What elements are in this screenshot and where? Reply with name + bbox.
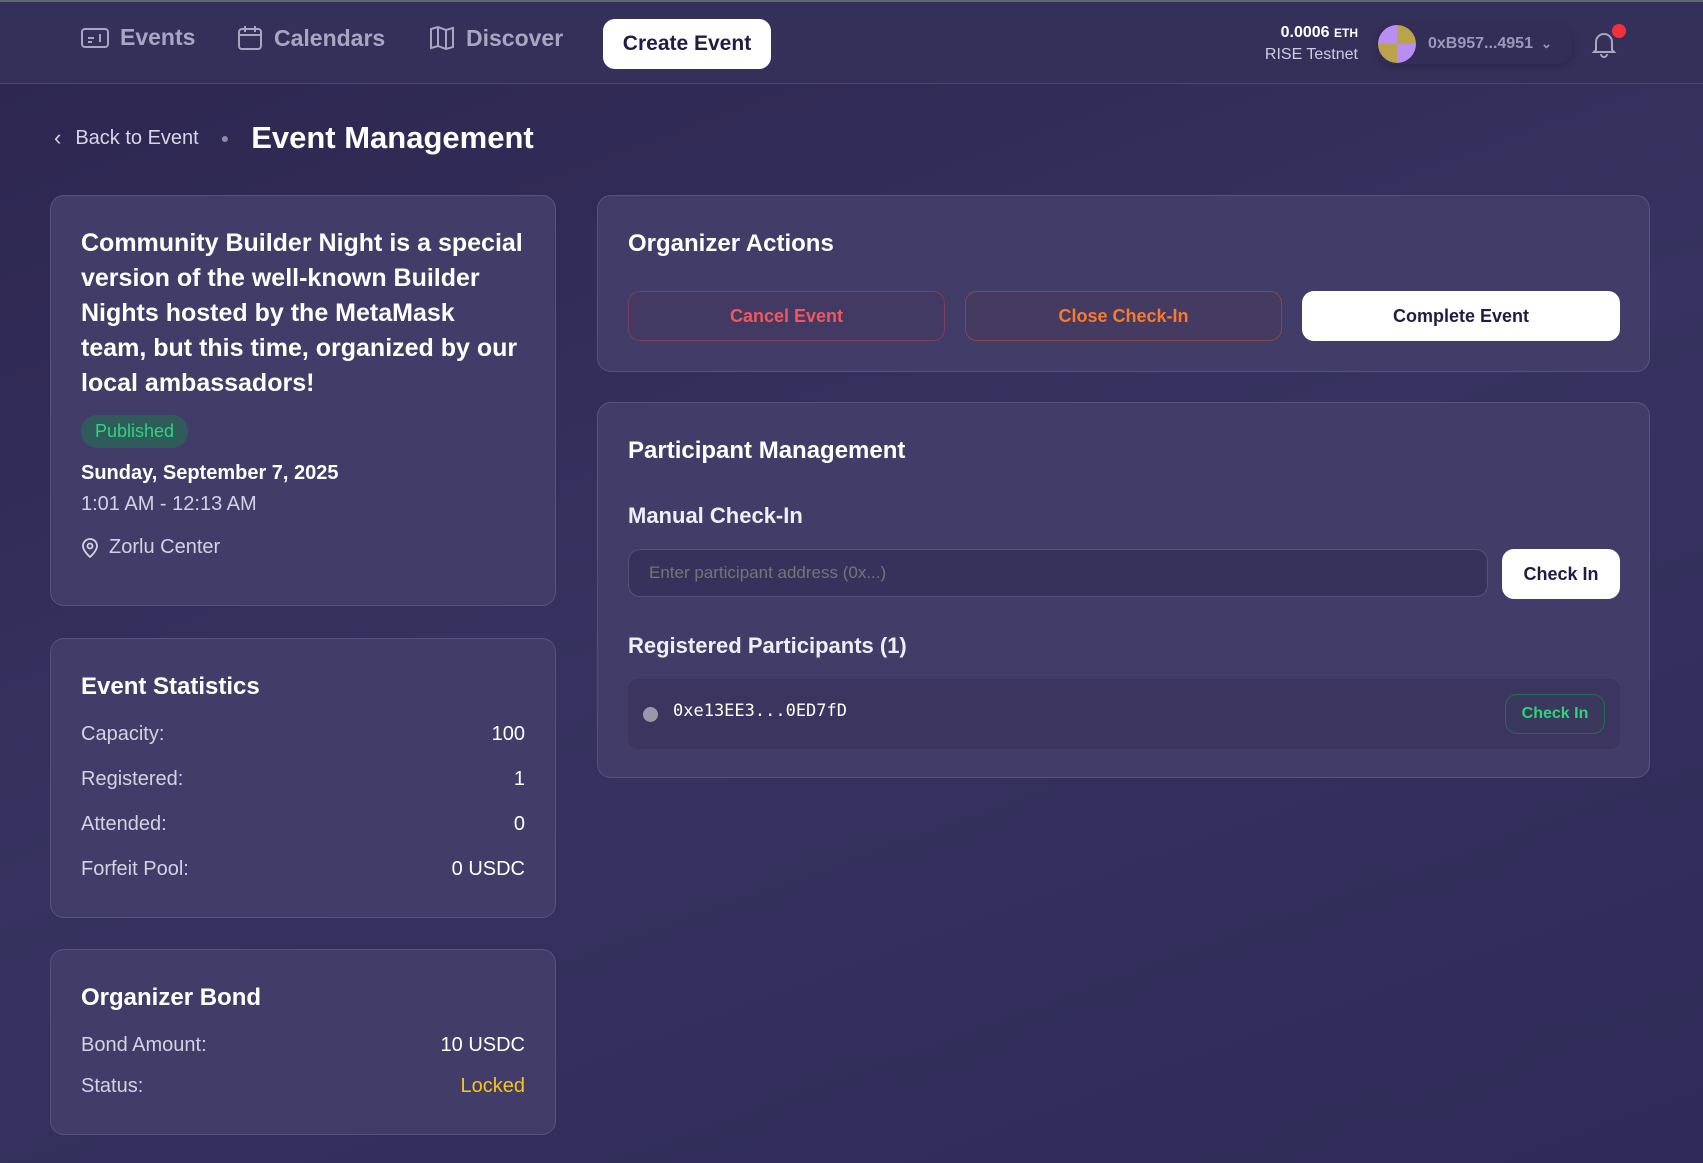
bond-amount-row: Bond Amount: 10 USDC	[81, 1034, 525, 1057]
manual-check-in-title: Manual Check-In	[628, 503, 803, 528]
statistics-title: Event Statistics	[81, 673, 260, 700]
event-time: 1:01 AM - 12:13 AM	[81, 493, 257, 515]
participant-address-input[interactable]	[628, 549, 1488, 597]
check-in-button[interactable]: Check In	[1502, 549, 1620, 599]
complete-event-button[interactable]: Complete Event	[1302, 291, 1620, 341]
status-dot	[643, 707, 658, 722]
back-to-event-link[interactable]: Back to Event	[75, 127, 198, 150]
event-date: Sunday, September 7, 2025	[81, 462, 339, 484]
balance-value: 0.0006	[1280, 24, 1330, 41]
nav-events[interactable]: Events	[80, 24, 195, 51]
wallet-address: 0xB957...4951	[1428, 35, 1533, 52]
registered-participants-title: Registered Participants (1)	[628, 633, 907, 658]
participant-management-card: Participant Management Manual Check-In C…	[597, 402, 1650, 778]
label: Bond Amount:	[81, 1034, 207, 1056]
event-location: Zorlu Center	[109, 536, 221, 558]
stat-label: Attended:	[81, 813, 167, 835]
nav-label: Discover	[466, 24, 564, 51]
organizer-bond-card: Organizer Bond Bond Amount: 10 USDC Statu…	[50, 949, 556, 1135]
calendar-icon	[238, 26, 262, 50]
actions-title: Organizer Actions	[628, 230, 834, 257]
stat-label: Forfeit Pool:	[81, 858, 189, 880]
stat-row: Forfeit Pool: 0 USDC	[81, 858, 525, 881]
create-event-button[interactable]: Create Event	[603, 19, 771, 69]
stat-value: 0	[513, 813, 525, 835]
organizer-actions-card: Organizer Actions Cancel Event Close Che…	[597, 195, 1650, 372]
bond-status: Locked	[460, 1075, 526, 1097]
event-title: Community Builder Night is a special ver…	[81, 229, 523, 397]
bond-amount: 10 USDC	[440, 1034, 525, 1056]
stat-row: Registered: 1	[81, 768, 525, 791]
chevron-left-icon[interactable]: ‹	[54, 125, 61, 151]
stat-value: 100	[491, 723, 525, 745]
separator-dot: ●	[220, 130, 230, 146]
balance-unit: ETH	[1334, 26, 1358, 40]
nav-label: Calendars	[274, 24, 386, 51]
nav-calendars[interactable]: Calendars	[236, 24, 385, 52]
top-header: Events Calendars Discover Create Event 0…	[0, 2, 1703, 84]
participant-address: 0xe13EE3...0ED7fD	[673, 701, 847, 721]
status-badge: Published	[81, 415, 189, 448]
stat-value: 0 USDC	[451, 858, 525, 880]
nav-label: Events	[120, 24, 196, 50]
participant-management-title: Participant Management	[628, 437, 906, 464]
notification-badge	[1612, 24, 1626, 38]
map-icon	[430, 25, 454, 51]
wallet-dropdown[interactable]: 0xB957...4951 ⌄	[1378, 24, 1572, 64]
avatar	[1378, 25, 1416, 63]
event-statistics-card: Event Statistics Capacity: 100 Registered:…	[50, 638, 556, 918]
chevron-down-icon: ⌄	[1540, 36, 1552, 51]
event-summary-card: Community Builder Night is a special ver…	[50, 195, 556, 606]
stat-row: Capacity: 100	[81, 723, 525, 746]
network-name: RISE Testnet	[1264, 46, 1358, 63]
bond-status-row: Status: Locked	[81, 1075, 525, 1098]
wallet-balance: 0.0006 ETH RISE Testnet	[1240, 24, 1358, 64]
ticket-icon	[81, 27, 109, 48]
nav-discover[interactable]: Discover	[428, 24, 563, 52]
close-check-in-button[interactable]: Close Check-In	[965, 291, 1282, 341]
stat-label: Capacity:	[81, 723, 165, 745]
stat-row: Attended: 0	[81, 813, 525, 836]
breadcrumb: ‹ Back to Event ● Event Management	[54, 120, 534, 156]
page-title: Event Management	[251, 120, 534, 155]
bond-title: Organizer Bond	[81, 984, 262, 1011]
cancel-event-button[interactable]: Cancel Event	[628, 291, 945, 341]
location-pin-icon	[82, 537, 98, 558]
participant-row: 0xe13EE3...0ED7fD Check In	[628, 679, 1620, 749]
stat-value: 1	[513, 768, 525, 790]
participant-check-in-button[interactable]: Check In	[1505, 694, 1605, 734]
stat-label: Registered:	[81, 768, 184, 790]
label: Status:	[81, 1075, 144, 1097]
